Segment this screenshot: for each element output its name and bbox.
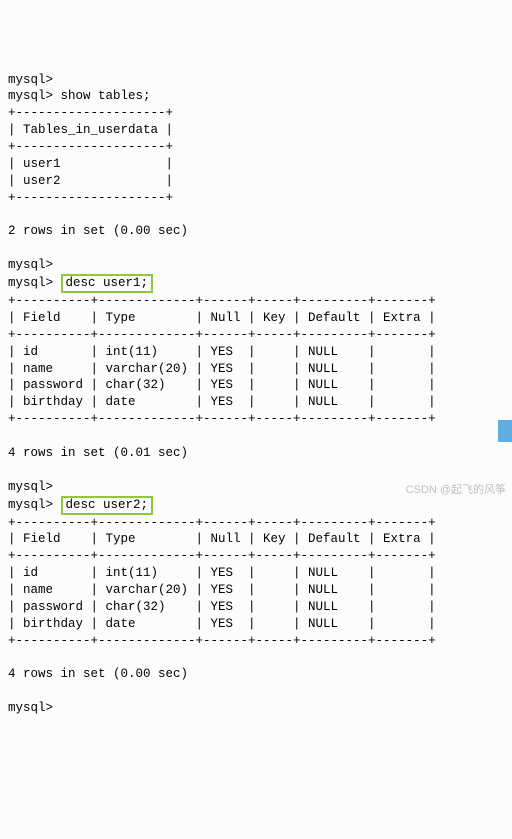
table-row: | user2 | bbox=[8, 174, 173, 188]
prompt-line: mysql> bbox=[8, 480, 53, 494]
table-border: +----------+-------------+------+-----+-… bbox=[8, 634, 436, 648]
table-row: | birthday | date | YES | | NULL | | bbox=[8, 617, 436, 631]
table-header-row: | Field | Type | Null | Key | Default | … bbox=[8, 532, 436, 546]
prompt-line: mysql> bbox=[8, 276, 53, 290]
table-row: | birthday | date | YES | | NULL | | bbox=[8, 395, 436, 409]
command-show-tables: mysql> show tables; bbox=[8, 89, 151, 103]
result-summary: 4 rows in set (0.01 sec) bbox=[8, 446, 188, 460]
table-border: +--------------------+ bbox=[8, 140, 173, 154]
table-border: +----------+-------------+------+-----+-… bbox=[8, 328, 436, 342]
highlighted-command-desc-user2: desc user2; bbox=[61, 496, 154, 515]
watermark-text: CSDN @起飞的风筝 bbox=[406, 483, 506, 498]
table-header-row: | Field | Type | Null | Key | Default | … bbox=[8, 311, 436, 325]
scrollbar-thumb[interactable] bbox=[498, 420, 512, 442]
table-border: +----------+-------------+------+-----+-… bbox=[8, 294, 436, 308]
table-header-row: | Tables_in_userdata | bbox=[8, 123, 173, 137]
prompt-line: mysql> bbox=[8, 258, 53, 272]
table-row: | name | varchar(20) | YES | | NULL | | bbox=[8, 583, 436, 597]
table-row: | name | varchar(20) | YES | | NULL | | bbox=[8, 362, 436, 376]
prompt-line: mysql> bbox=[8, 73, 53, 87]
result-summary: 2 rows in set (0.00 sec) bbox=[8, 224, 188, 238]
table-row: | id | int(11) | YES | | NULL | | bbox=[8, 566, 436, 580]
result-summary: 4 rows in set (0.00 sec) bbox=[8, 667, 188, 681]
table-row: | id | int(11) | YES | | NULL | | bbox=[8, 345, 436, 359]
prompt-line: mysql> bbox=[8, 701, 53, 715]
table-border: +----------+-------------+------+-----+-… bbox=[8, 516, 436, 530]
table-border: +----------+-------------+------+-----+-… bbox=[8, 549, 436, 563]
table-row: | password | char(32) | YES | | NULL | | bbox=[8, 378, 436, 392]
table-border: +----------+-------------+------+-----+-… bbox=[8, 412, 436, 426]
highlighted-command-desc-user1: desc user1; bbox=[61, 274, 154, 293]
table-border: +--------------------+ bbox=[8, 191, 173, 205]
table-row: | password | char(32) | YES | | NULL | | bbox=[8, 600, 436, 614]
table-row: | user1 | bbox=[8, 157, 173, 171]
table-border: +--------------------+ bbox=[8, 106, 173, 120]
